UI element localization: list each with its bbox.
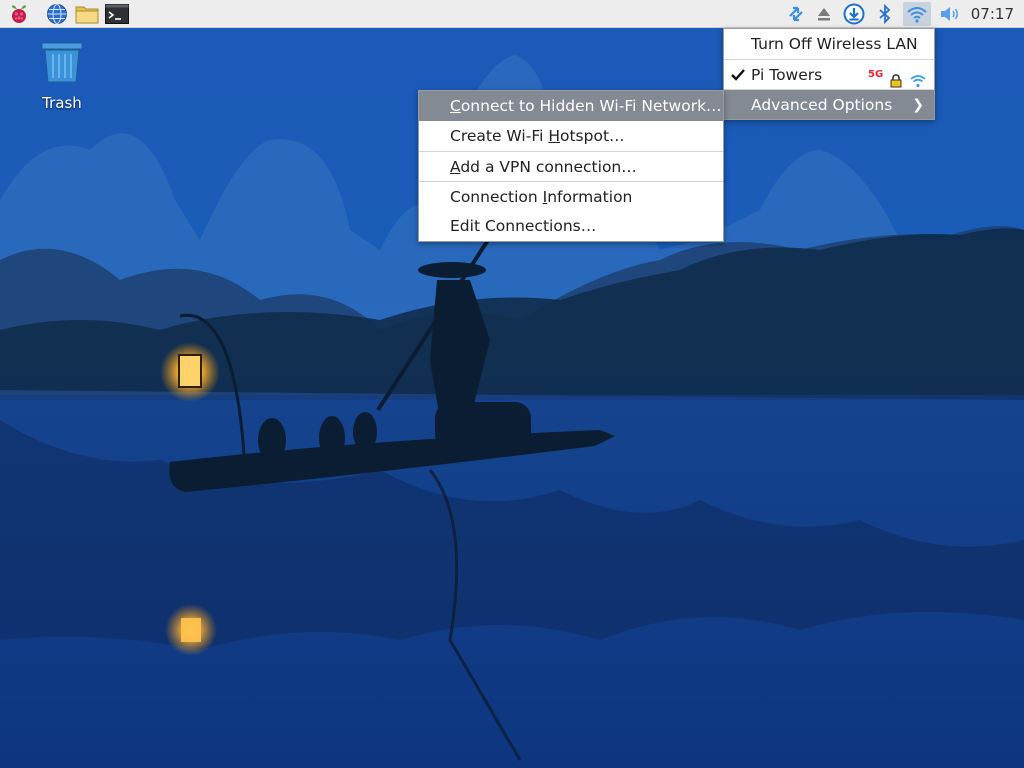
volume-icon[interactable]: [937, 2, 963, 26]
terminal-icon[interactable]: [104, 2, 130, 26]
menu-item-network-pi-towers[interactable]: Pi Towers 5G: [724, 59, 934, 89]
menu-item-label: Advanced Options: [751, 96, 893, 114]
trash-label: Trash: [42, 94, 82, 112]
checkmark-icon: [731, 60, 745, 90]
trash-desktop-icon[interactable]: Trash: [30, 40, 94, 112]
menu-item-label: Turn Off Wireless LAN: [751, 35, 918, 53]
menu-item-mnemonic: H: [548, 127, 560, 145]
clock[interactable]: 07:17: [971, 0, 1014, 28]
menu-item-label-post: otspot…: [560, 127, 625, 145]
menu-item-label-post: dd a VPN connection…: [460, 158, 637, 176]
menu-item-mnemonic: A: [450, 158, 461, 176]
eject-icon[interactable]: [811, 2, 837, 26]
menu-item-turn-off-wlan[interactable]: Turn Off Wireless LAN: [724, 29, 934, 59]
wifi-icon[interactable]: [903, 2, 931, 26]
chevron-right-icon: ❯: [912, 97, 924, 113]
menu-item-create-hotspot[interactable]: Create Wi-Fi Hotspot…: [419, 121, 723, 151]
band-badge: 5G: [868, 69, 884, 80]
menu-item-connection-information[interactable]: Connection Information: [419, 181, 723, 211]
menu-item-label-pre: Edit Connections…: [450, 217, 597, 235]
menu-item-label-pre: Connection: [450, 188, 543, 206]
updates-icon[interactable]: [841, 2, 867, 26]
menu-item-mnemonic: C: [450, 97, 461, 115]
network-ssid: Pi Towers: [751, 66, 823, 84]
menu-item-label-pre: Create Wi-Fi: [450, 127, 549, 145]
menu-item-connect-hidden-network[interactable]: Connect to Hidden Wi-Fi Network…: [419, 91, 723, 121]
bluetooth-icon[interactable]: [872, 2, 898, 26]
web-browser-icon[interactable]: [44, 2, 70, 26]
advanced-options-submenu: Connect to Hidden Wi-Fi Network… Create …: [418, 90, 724, 242]
menu-item-edit-connections[interactable]: Edit Connections…: [419, 211, 723, 241]
raspberry-menu-icon[interactable]: [6, 2, 32, 26]
taskbar: 07:17: [0, 0, 1024, 28]
menu-item-advanced-options[interactable]: Advanced Options ❯: [724, 89, 934, 119]
menu-item-add-vpn[interactable]: Add a VPN connection…: [419, 151, 723, 181]
trash-icon: [41, 42, 83, 83]
network-transfer-icon[interactable]: [783, 2, 809, 26]
network-menu: Turn Off Wireless LAN Pi Towers 5G Advan…: [723, 28, 935, 120]
menu-item-label-post: onnect to Hidden Wi-Fi Network…: [460, 97, 722, 115]
menu-item-label-post: nformation: [547, 188, 633, 206]
file-manager-icon[interactable]: [74, 2, 100, 26]
